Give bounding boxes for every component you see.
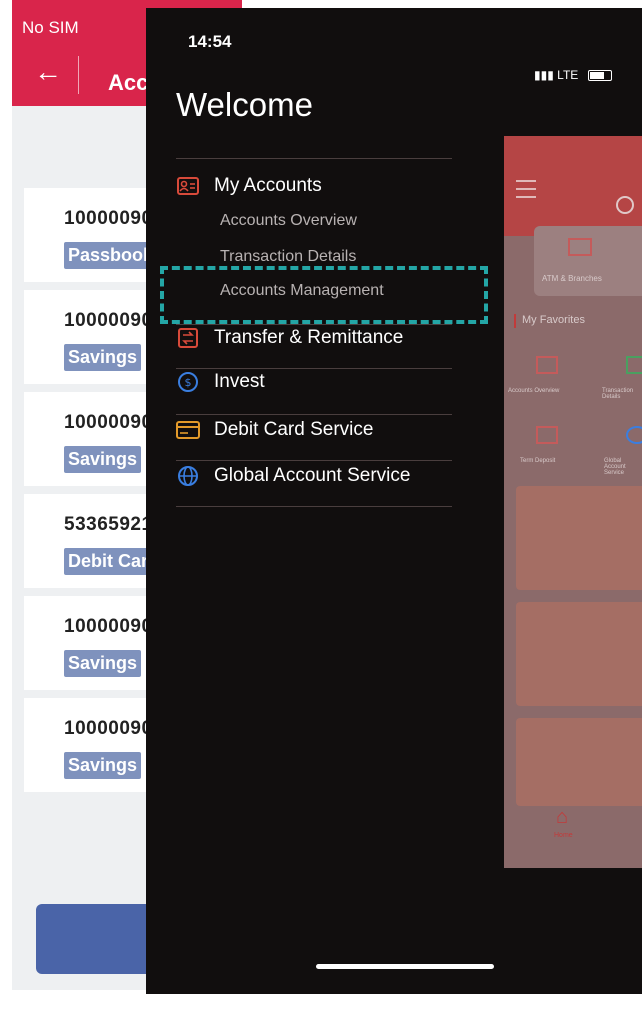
welcome-heading: Welcome bbox=[176, 86, 313, 123]
account-number: 10000090 bbox=[64, 208, 153, 229]
page-title: Acc bbox=[108, 70, 149, 95]
preview-quick-card bbox=[534, 226, 642, 296]
home-icon: ⌂ bbox=[556, 806, 569, 828]
network-label: LTE bbox=[557, 68, 579, 82]
menu-divider bbox=[176, 506, 452, 507]
promo-tile bbox=[516, 718, 642, 806]
hamburger-menu-icon bbox=[516, 180, 536, 198]
global-account-icon bbox=[626, 426, 642, 444]
account-number: 10000090 bbox=[64, 616, 153, 637]
quick-label: Term Deposit bbox=[520, 458, 556, 464]
account-type-badge: Savings bbox=[64, 650, 142, 677]
atm-map-icon bbox=[568, 238, 592, 256]
menu-label: Global Account Service bbox=[214, 465, 411, 486]
svg-text:$: $ bbox=[185, 376, 192, 389]
transfer-icon bbox=[176, 326, 200, 350]
navigation-drawer: 14:54 ▮▮▮ LTE Welcome My Accounts Accoun… bbox=[146, 8, 642, 994]
atm-label: ATM & Branches bbox=[542, 274, 602, 283]
account-number: 53365921 bbox=[64, 514, 153, 535]
status-network: ▮▮▮ LTE bbox=[534, 68, 579, 82]
accounts-card-icon bbox=[176, 174, 200, 198]
menu-label: Debit Card Service bbox=[214, 419, 374, 440]
term-deposit-icon bbox=[536, 426, 558, 444]
quick-label: Global Account Service bbox=[604, 458, 626, 476]
settings-icon bbox=[616, 196, 634, 214]
accounts-overview-icon bbox=[536, 356, 558, 374]
home-indicator-bar[interactable] bbox=[316, 964, 494, 969]
account-type-badge: Savings bbox=[64, 446, 142, 473]
quick-label: Accounts Overview bbox=[508, 388, 560, 394]
menu-item-transfer-remittance[interactable]: Transfer & Remittance bbox=[176, 318, 403, 358]
account-number: 10000090 bbox=[64, 718, 153, 739]
account-type-badge: Passbook bbox=[64, 242, 158, 269]
home-screen-preview[interactable]: ATM & Branches My Favorites Accounts Ove… bbox=[504, 136, 642, 868]
submenu-transaction-details[interactable]: Transaction Details bbox=[220, 248, 356, 266]
account-type-badge: Debit Car bbox=[64, 548, 153, 575]
debit-card-icon bbox=[176, 418, 200, 442]
menu-label: Transfer & Remittance bbox=[214, 327, 404, 348]
transaction-details-icon bbox=[626, 356, 642, 374]
menu-item-global-account-service[interactable]: Global Account Service bbox=[176, 456, 410, 496]
invest-coin-icon: $ bbox=[176, 370, 200, 394]
promo-tile bbox=[516, 602, 642, 706]
submenu-accounts-overview[interactable]: Accounts Overview bbox=[220, 212, 357, 230]
quick-label: Transaction Details bbox=[602, 388, 634, 400]
account-number: 10000090 bbox=[64, 310, 153, 331]
menu-item-invest[interactable]: $ Invest bbox=[176, 362, 265, 402]
account-number: 10000090 bbox=[64, 412, 153, 433]
menu-item-debit-card-service[interactable]: Debit Card Service bbox=[176, 410, 373, 450]
account-type-badge: Savings bbox=[64, 752, 142, 779]
status-carrier: No SIM bbox=[22, 18, 79, 37]
menu-label: Invest bbox=[214, 371, 265, 392]
favorites-accent bbox=[514, 314, 516, 328]
highlight-annotation bbox=[160, 266, 488, 324]
favorites-heading: My Favorites bbox=[522, 314, 585, 326]
header-divider bbox=[78, 56, 79, 94]
account-type-badge: Savings bbox=[64, 344, 142, 371]
menu-divider bbox=[176, 158, 452, 159]
promo-tile bbox=[516, 486, 642, 590]
battery-icon bbox=[588, 70, 612, 81]
home-label: Home bbox=[554, 832, 573, 839]
back-arrow-icon[interactable]: ← bbox=[34, 58, 62, 86]
menu-label: My Accounts bbox=[214, 175, 322, 196]
menu-item-my-accounts[interactable]: My Accounts bbox=[176, 166, 322, 206]
globe-icon bbox=[176, 464, 200, 488]
status-time: 14:54 bbox=[188, 32, 232, 51]
